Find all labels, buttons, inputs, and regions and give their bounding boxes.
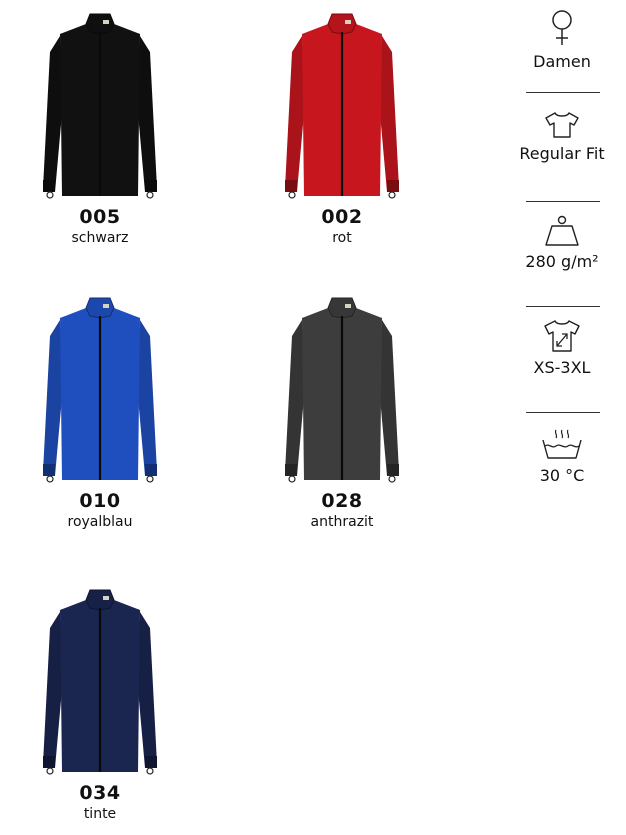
jacket-thumb-loop: [146, 767, 154, 775]
jacket-label: [345, 304, 351, 308]
feature-item: Damen: [506, 8, 618, 78]
color-code: 028: [321, 490, 363, 512]
jacket-image: [43, 589, 157, 775]
jacket-cuff-right: [145, 464, 157, 476]
divider: [526, 412, 600, 413]
jacket-thumb-loop: [146, 191, 154, 199]
jacket-collar: [327, 297, 357, 319]
feature-label: XS-3XL: [533, 358, 591, 377]
product-item[interactable]: 002 rot: [262, 12, 422, 247]
color-code: 010: [79, 490, 121, 512]
jacket-collar: [85, 13, 115, 35]
feature-label: 30 °C: [539, 466, 585, 485]
jacket-thumb-loop: [288, 475, 296, 483]
jacket-cuff-right: [387, 464, 399, 476]
jacket-label: [103, 304, 109, 308]
divider: [526, 92, 600, 93]
color-name: tinte: [83, 806, 117, 822]
jacket-image: [43, 13, 157, 199]
divider: [526, 306, 600, 307]
female-symbol-icon: [552, 10, 572, 45]
jacket-label: [103, 20, 109, 24]
jacket-thumb-loop: [46, 191, 54, 199]
jacket-sleeve-right: [379, 320, 399, 476]
jacket-collar: [85, 589, 115, 611]
feature-item: XS-3XL: [506, 318, 618, 398]
jacket-sleeve-left: [43, 320, 63, 476]
feature-label: 280 g/m²: [525, 252, 599, 271]
color-code: 034: [79, 782, 121, 804]
jacket-sleeve-left: [285, 36, 305, 192]
jacket-cuff-right: [145, 180, 157, 192]
feature-label: Damen: [533, 52, 591, 71]
divider: [526, 201, 600, 202]
wash-30-icon: [542, 429, 582, 459]
jacket-sleeve-right: [137, 612, 157, 768]
jacket-sleeve-right: [379, 36, 399, 192]
jacket-sleeve-right: [137, 320, 157, 476]
size-range-icon: [544, 320, 580, 352]
jacket-thumb-loop: [46, 475, 54, 483]
color-name: rot: [332, 230, 352, 246]
jacket-label: [345, 20, 351, 24]
feature-item: 280 g/m²: [506, 214, 618, 294]
feature-item: 30 °C: [506, 426, 618, 506]
jacket-thumb-loop: [46, 767, 54, 775]
jacket-sleeve-left: [43, 612, 63, 768]
feature-label: Regular Fit: [519, 144, 605, 163]
jacket-label: [103, 596, 109, 600]
jacket-sleeve-left: [285, 320, 305, 476]
color-code: 005: [79, 206, 121, 228]
jacket-collar: [327, 13, 357, 35]
jacket-thumb-loop: [388, 191, 396, 199]
jacket-cuff-left: [285, 464, 297, 476]
jacket-thumb-loop: [388, 475, 396, 483]
jacket-image: [43, 297, 157, 483]
color-name: schwarz: [71, 230, 129, 246]
jacket-cuff-left: [285, 180, 297, 192]
product-item[interactable]: 028 anthrazit: [262, 296, 422, 531]
color-code: 002: [321, 206, 363, 228]
jacket-thumb-loop: [146, 475, 154, 483]
tshirt-icon: [545, 112, 579, 138]
color-name: anthrazit: [310, 514, 374, 530]
product-item[interactable]: 010 royalblau: [20, 296, 180, 531]
product-item[interactable]: 005 schwarz: [20, 12, 180, 247]
jacket-cuff-left: [43, 756, 55, 768]
color-name: royalblau: [67, 514, 133, 530]
jacket-cuff-left: [43, 464, 55, 476]
jacket-sleeve-right: [137, 36, 157, 192]
jacket-thumb-loop: [288, 191, 296, 199]
jacket-image: [285, 297, 399, 483]
product-item[interactable]: 034 tinte: [20, 588, 180, 823]
weight-icon: [545, 215, 579, 246]
jacket-image: [285, 13, 399, 199]
jacket-cuff-left: [43, 180, 55, 192]
jacket-cuff-right: [387, 180, 399, 192]
feature-item: Regular Fit: [506, 110, 618, 180]
jacket-cuff-right: [145, 756, 157, 768]
jacket-collar: [85, 297, 115, 319]
jacket-sleeve-left: [43, 36, 63, 192]
